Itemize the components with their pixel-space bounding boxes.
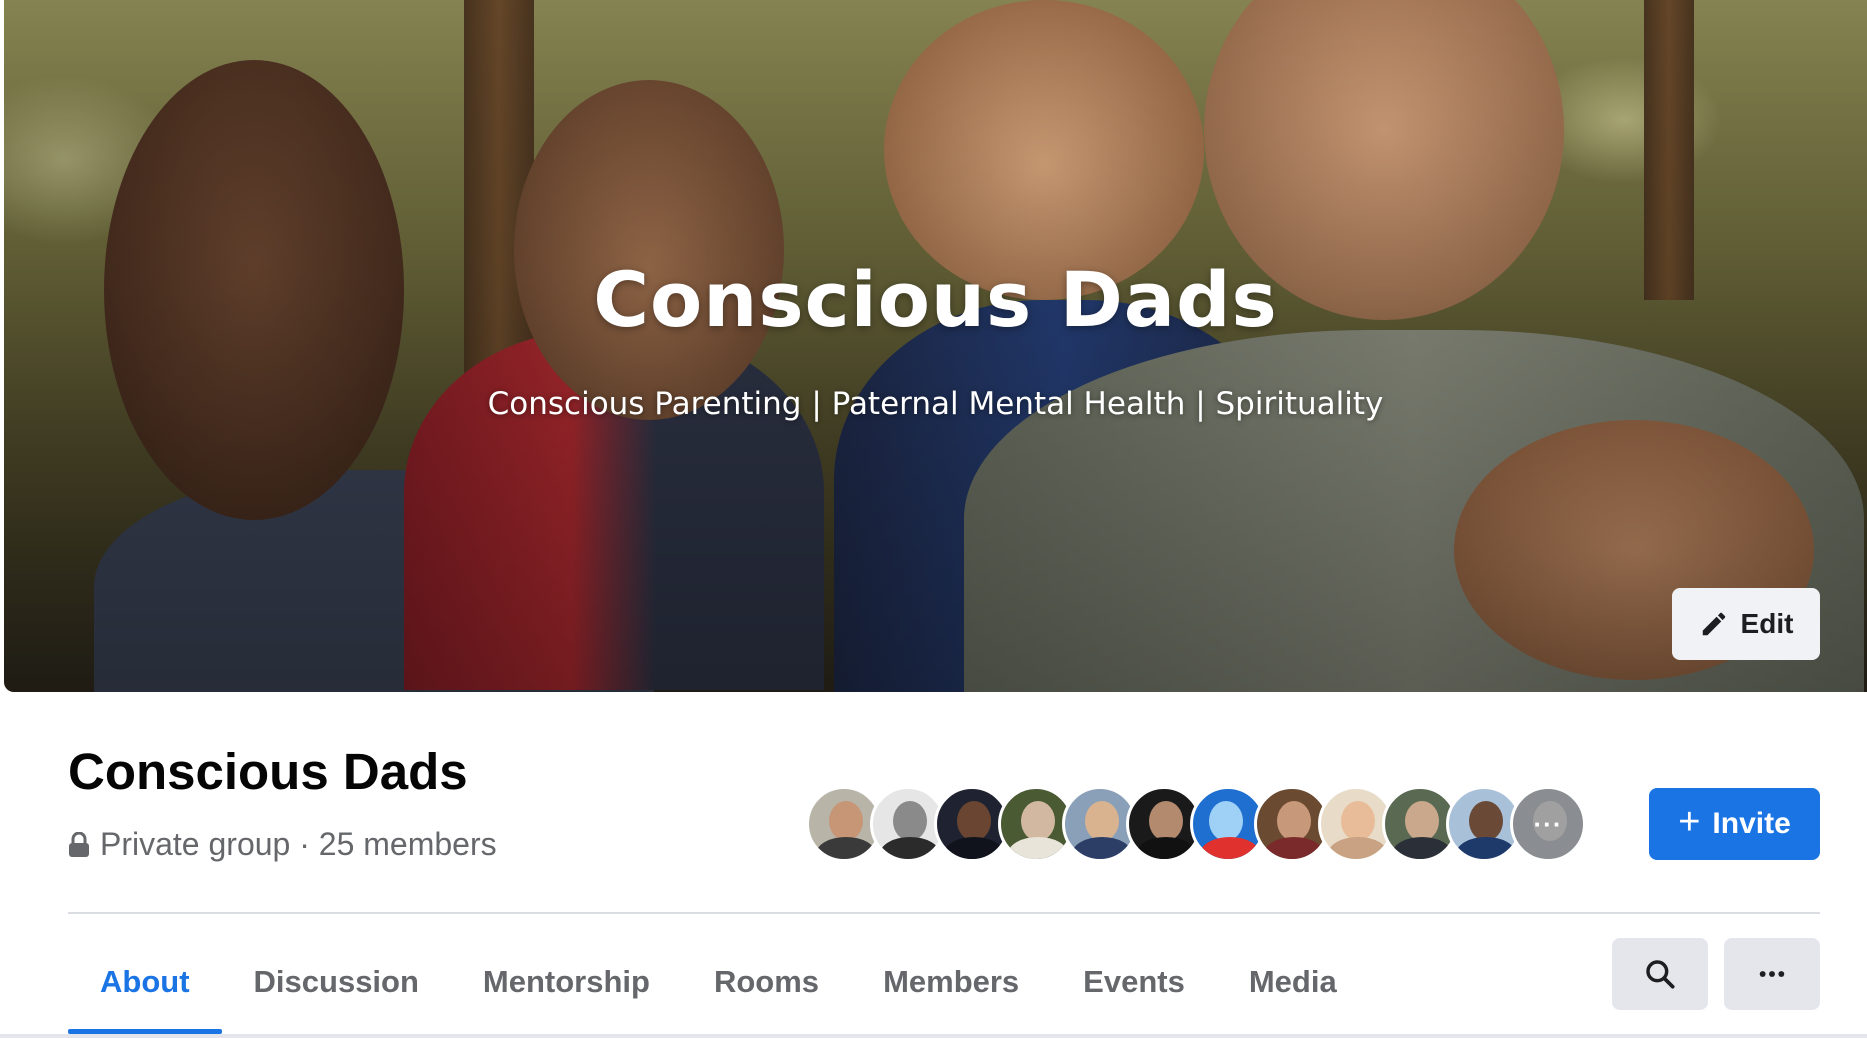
invite-label: Invite xyxy=(1712,807,1791,840)
lock-icon xyxy=(69,831,89,857)
cover-subtitle: Conscious Parenting | Paternal Mental He… xyxy=(487,386,1384,422)
more-dots-icon xyxy=(1759,971,1785,977)
avatar-face xyxy=(1209,801,1243,841)
avatar-face xyxy=(829,801,863,841)
cover-photo: Conscious Dads Conscious Parenting | Pat… xyxy=(4,0,1867,692)
plus-icon: + xyxy=(1678,801,1701,843)
more-members-avatar[interactable]: ··· xyxy=(1510,786,1586,862)
avatar-body xyxy=(1328,837,1388,859)
avatar-body xyxy=(816,837,876,859)
tab-about[interactable]: About xyxy=(68,930,222,1034)
search-icon xyxy=(1646,960,1675,989)
search-button[interactable] xyxy=(1612,938,1708,1010)
edit-cover-button[interactable]: Edit xyxy=(1672,588,1820,660)
group-tabs: About Discussion Mentorship Rooms Member… xyxy=(68,930,1369,1034)
avatar-face xyxy=(957,801,991,841)
tab-rooms[interactable]: Rooms xyxy=(682,930,851,1034)
group-meta-text: Private group · 25 members xyxy=(100,826,497,862)
avatar-face xyxy=(1341,801,1375,841)
avatar-body xyxy=(1456,837,1516,859)
tab-members[interactable]: Members xyxy=(851,930,1051,1034)
edit-cover-label: Edit xyxy=(1740,608,1794,639)
more-options-button[interactable] xyxy=(1724,938,1820,1010)
avatar-face xyxy=(1469,801,1503,841)
group-name[interactable]: Conscious Dads xyxy=(68,742,468,801)
pencil-icon xyxy=(1702,612,1725,636)
group-meta: Private group · 25 members xyxy=(68,826,497,863)
invite-button[interactable]: + Invite xyxy=(1649,788,1820,860)
avatar-body xyxy=(1008,837,1068,859)
avatar-body xyxy=(1136,837,1196,859)
tab-events[interactable]: Events xyxy=(1051,930,1217,1034)
header-divider xyxy=(68,912,1820,914)
avatar-body xyxy=(1200,837,1260,859)
avatar-face xyxy=(1277,801,1311,841)
avatar-body xyxy=(1264,837,1324,859)
tab-media[interactable]: Media xyxy=(1217,930,1369,1034)
avatar-face xyxy=(893,801,927,841)
tab-mentorship[interactable]: Mentorship xyxy=(451,930,682,1034)
avatar-body xyxy=(880,837,940,859)
avatar-face xyxy=(1405,801,1439,841)
tab-discussion[interactable]: Discussion xyxy=(222,930,451,1034)
member-avatars[interactable]: ··· xyxy=(806,786,1586,862)
avatar-body xyxy=(1072,837,1132,859)
avatar-body xyxy=(944,837,1004,859)
avatar-face xyxy=(1149,801,1183,841)
more-members-icon: ··· xyxy=(1533,808,1563,839)
cover-shade xyxy=(4,0,1867,692)
avatar-face xyxy=(1085,801,1119,841)
tabs-bottom-border xyxy=(0,1034,1867,1038)
avatar-body xyxy=(1392,837,1452,859)
avatar-face xyxy=(1021,801,1055,841)
cover-title: Conscious Dads xyxy=(593,255,1278,344)
